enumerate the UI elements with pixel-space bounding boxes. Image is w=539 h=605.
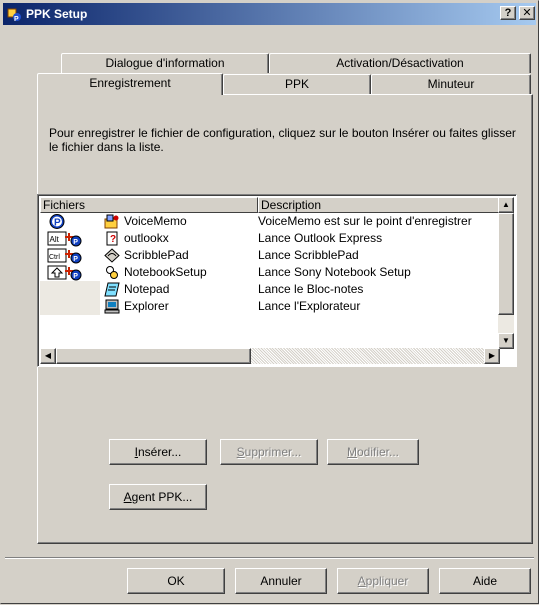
delete-button[interactable]: Supprimer... — [220, 439, 318, 465]
file-name: ScribblePad — [124, 248, 189, 262]
svg-text:Alt: Alt — [50, 235, 60, 244]
list-item[interactable]: Notepad Lance le Bloc-notes — [40, 281, 500, 298]
ppk-setup-dialog: P PPK Setup ? ✕ Dialogue d'information A… — [0, 0, 539, 604]
column-header-fichiers[interactable]: Fichiers — [40, 197, 258, 213]
svg-text:?: ? — [110, 234, 116, 245]
file-description: Lance ScribblePad — [258, 248, 359, 262]
key-badge: Alt P — [40, 230, 100, 247]
modify-button[interactable]: Modifier... — [327, 439, 419, 465]
key-badge: Ctrl P — [40, 247, 100, 264]
voicememo-icon — [104, 214, 119, 229]
list-item[interactable]: Alt P ? outlookx Lance Outlook Express — [40, 230, 500, 247]
file-name: outlookx — [124, 231, 169, 245]
agent-ppk-button[interactable]: Agent PPK... — [109, 484, 207, 510]
svg-text:P: P — [73, 256, 78, 263]
list-item[interactable]: Ctrl P ScribblePad Lance ScribblePad — [40, 247, 500, 264]
column-header-description[interactable]: Description — [258, 197, 500, 213]
key-badge: P — [40, 264, 100, 281]
file-list[interactable]: Fichiers Description P VoiceMemo VoiceMe… — [37, 194, 517, 367]
file-name: NotebookSetup — [124, 265, 207, 279]
scroll-right-button[interactable]: ▶ — [484, 348, 500, 364]
file-description: Lance le Bloc-notes — [258, 282, 364, 296]
file-description: Lance Outlook Express — [258, 231, 383, 245]
list-item[interactable]: P NotebookSetup Lance Sony Notebook Setu… — [40, 264, 500, 281]
scroll-left-button[interactable]: ◀ — [40, 348, 56, 364]
file-description: VoiceMemo est sur le point d'enregistrer — [258, 214, 472, 228]
scribblepad-icon — [104, 248, 120, 263]
vertical-scroll-thumb[interactable] — [498, 213, 514, 315]
p-key-icon: P — [49, 214, 65, 229]
alt-key-icon: Alt P — [47, 231, 82, 247]
notepad-icon — [104, 282, 120, 297]
svg-text:P: P — [54, 218, 61, 229]
file-name: Explorer — [124, 299, 169, 313]
notebook-setup-icon — [106, 266, 118, 279]
instructions-text: Pour enregistrer le fichier de configura… — [49, 126, 516, 154]
horizontal-scroll-thumb[interactable] — [56, 348, 251, 364]
shift-key-icon: P — [47, 265, 82, 281]
panel-content: Pour enregistrer le fichier de configura… — [1, 1, 539, 605]
scroll-up-button[interactable]: ▲ — [498, 197, 514, 213]
file-name: VoiceMemo — [124, 214, 187, 228]
svg-text:P: P — [73, 273, 78, 280]
scroll-down-button[interactable]: ▼ — [498, 333, 514, 349]
svg-text:Ctrl: Ctrl — [49, 254, 60, 261]
svg-text:P: P — [73, 239, 78, 246]
list-header: Fichiers Description — [40, 197, 500, 213]
key-badge-empty — [40, 298, 100, 315]
horizontal-scrollbar[interactable]: ◀ ▶ — [40, 348, 500, 364]
list-item[interactable]: P VoiceMemo VoiceMemo est sur le point d… — [40, 213, 500, 230]
explorer-icon — [104, 299, 120, 314]
list-item[interactable]: Explorer Lance l'Explorateur — [40, 298, 500, 315]
file-description: Lance l'Explorateur — [258, 299, 361, 313]
vertical-scrollbar[interactable]: ▲ ▼ — [498, 197, 514, 349]
key-badge: P — [40, 213, 100, 230]
insert-button[interactable]: Insérer... — [109, 439, 207, 465]
ctrl-key-icon: Ctrl P — [47, 248, 82, 264]
key-badge-empty — [40, 281, 100, 298]
file-description: Lance Sony Notebook Setup — [258, 265, 411, 279]
file-name: Notepad — [124, 282, 170, 296]
outlook-express-icon: ? — [106, 231, 118, 246]
